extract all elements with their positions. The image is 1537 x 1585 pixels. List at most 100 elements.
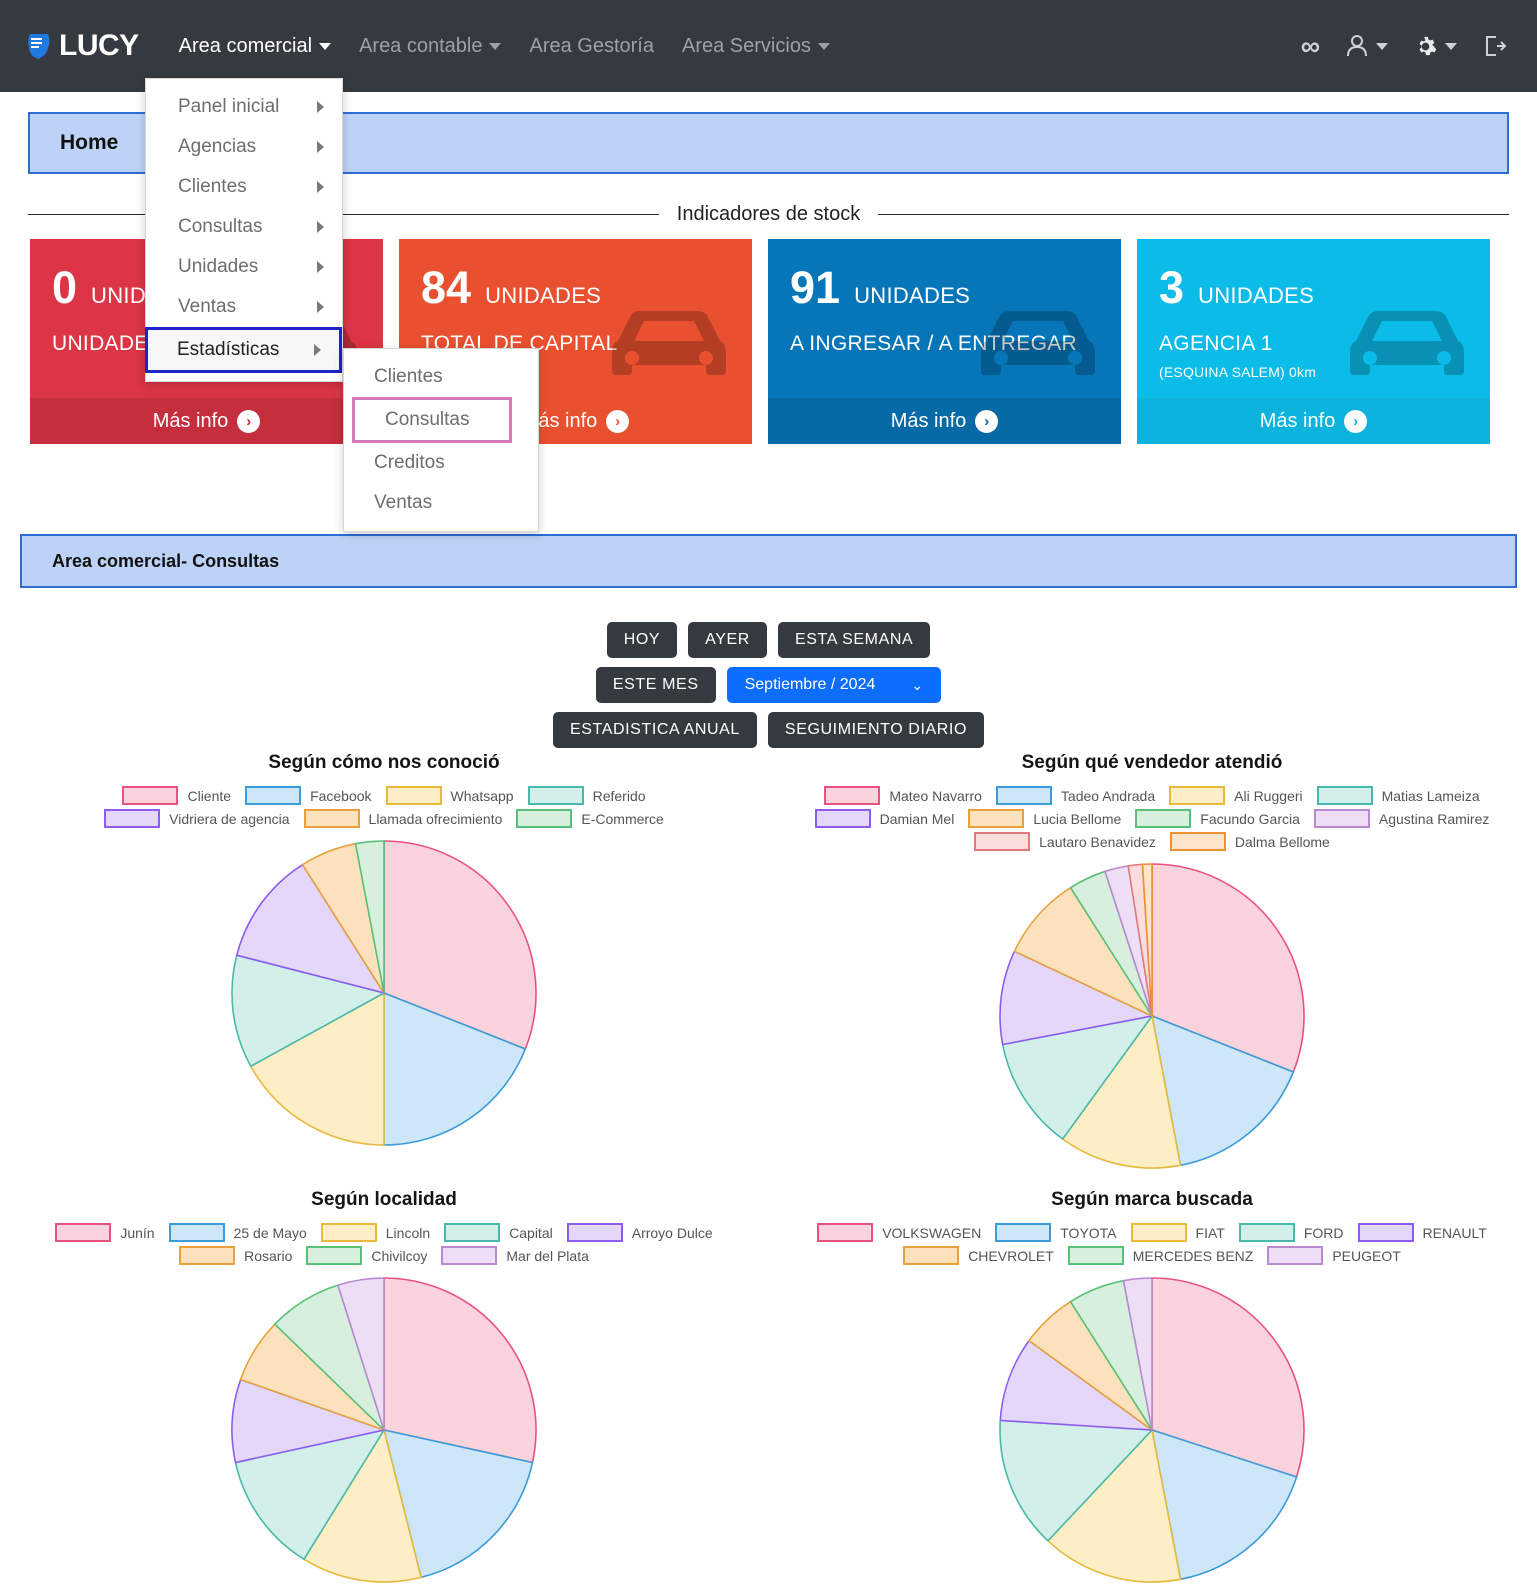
menu-item-label: Consultas [178,216,263,237]
legend-item[interactable]: RENAULT [1357,1223,1487,1242]
legend-item[interactable]: 25 de Mayo [168,1223,307,1242]
legend-item[interactable]: Mar del Plata [441,1246,589,1265]
chevron-right-icon [317,181,324,193]
legend-item[interactable]: FIAT [1130,1223,1225,1242]
legend-item[interactable]: VOLKSWAGEN [817,1223,981,1242]
menu-item-unidades[interactable]: Unidades [146,247,342,287]
legend-item[interactable]: CHEVROLET [903,1246,1054,1265]
card-more-info-link[interactable]: Más info › [768,398,1121,444]
menu-item-estad-sticas[interactable]: Estadísticas [145,327,342,373]
legend-swatch [1135,809,1192,828]
legend-item[interactable]: Junín [55,1223,155,1242]
infinity-icon[interactable]: ∞ [1301,32,1320,60]
legend-item[interactable]: Lautaro Benavidez [974,832,1156,851]
legend-label: TOYOTA [1060,1224,1117,1241]
stat-value: 0 [52,262,78,313]
nav-item-area-gestoria[interactable]: Area Gestoría [515,27,668,66]
stat-card-a-ingresar-entregar[interactable]: 91 UNIDADES A INGRESAR / A ENTREGAR Más … [768,239,1121,444]
legend-item[interactable]: Damian Mel [814,809,954,828]
legend-item[interactable]: Lucia Bellome [968,809,1121,828]
chevron-right-icon [317,221,324,233]
legend-item[interactable]: Mateo Navarro [824,786,982,805]
legend-swatch [303,809,360,828]
filter-esta-semana-button[interactable]: ESTA SEMANA [777,622,931,658]
settings-menu[interactable] [1414,35,1457,58]
legend-item[interactable]: Agustina Ramirez [1313,809,1489,828]
legend-item[interactable]: Llamada ofrecimiento [303,809,503,828]
legend-swatch [516,809,573,828]
chart-marca-buscada: Según marca buscada VOLKSWAGEN TOYOTA FIAT… [768,1189,1536,1585]
legend-item[interactable]: Vidriera de agencia [104,809,290,828]
logout-button[interactable] [1483,34,1507,58]
menu-item-ventas[interactable]: Ventas [146,287,342,327]
pie-chart [997,1275,1307,1585]
user-menu[interactable] [1346,34,1388,58]
card-more-info-link[interactable]: Más info › [30,398,383,444]
legend-label: E-Commerce [581,810,664,827]
submenu-item-creditos[interactable]: Creditos [344,443,538,483]
legend-label: Rosario [244,1247,293,1264]
legend-item[interactable]: TOYOTA [995,1223,1117,1242]
legend-item[interactable]: FORD [1238,1223,1344,1242]
legend-item[interactable]: E-Commerce [516,809,664,828]
legend-label: Tadeo Andrada [1060,787,1156,804]
submenu-item-consultas[interactable]: Consultas [352,397,512,443]
menu-item-label: Clientes [374,366,443,387]
legend-item[interactable]: Chivilcoy [306,1246,427,1265]
submenu-item-ventas[interactable]: Ventas [344,483,538,523]
legend-item[interactable]: Ali Ruggeri [1169,786,1303,805]
legend-item[interactable]: Matias Lameiza [1316,786,1480,805]
filter-este-mes-button[interactable]: ESTE MES [595,667,716,703]
legend-swatch [1067,1246,1124,1265]
menu-item-consultas[interactable]: Consultas [146,207,342,247]
legend-item[interactable]: Dalma Bellome [1169,832,1330,851]
card-more-info-link[interactable]: Más info › [1137,398,1490,444]
legend-swatch [385,786,442,805]
lucy-logo-icon [26,31,52,61]
legend-swatch [824,786,881,805]
legend-item[interactable]: Capital [444,1223,553,1242]
nav-item-area-servicios[interactable]: Area Servicios [668,27,844,66]
legend-item[interactable]: Facundo Garcia [1135,809,1300,828]
filter-seguimiento-diario-button[interactable]: SEGUIMIENTO DIARIO [767,712,985,748]
legend-item[interactable]: Whatsapp [385,786,514,805]
legend-label: Lincoln [385,1224,431,1241]
legend-item[interactable]: PEUGEOT [1267,1246,1401,1265]
brand-logo[interactable]: LUCY [26,29,139,63]
filter-estadistica-anual-button[interactable]: ESTADISTICA ANUAL [552,712,757,748]
legend-swatch [968,809,1025,828]
nav-item-label: Area comercial [178,34,313,57]
stat-card-agencia-1[interactable]: 3 UNIDADES AGENCIA 1 (ESQUINA SALEM) 0km… [1137,239,1490,444]
submenu-item-clientes[interactable]: Clientes [344,357,538,397]
legend-item[interactable]: Lincoln [320,1223,431,1242]
menu-item-agencias[interactable]: Agencias [146,127,342,167]
menu-item-label: Ventas [178,296,237,317]
legend-label: Llamada ofrecimiento [368,810,503,827]
legend-swatch [817,1223,874,1242]
chevron-down-icon [1376,42,1388,50]
chart-title: Según localidad [311,1189,457,1210]
legend-label: MERCEDES BENZ [1132,1247,1254,1264]
legend-item[interactable]: MERCEDES BENZ [1067,1246,1254,1265]
chevron-right-icon [317,301,324,313]
legend-item[interactable]: Cliente [122,786,231,805]
brand-name: LUCY [59,29,139,62]
nav-item-area-comercial[interactable]: Area comercial [165,27,345,66]
filter-hoy-button[interactable]: HOY [606,622,678,658]
legend-label: Lucia Bellome [1033,810,1122,827]
legend-item[interactable]: Tadeo Andrada [995,786,1156,805]
legend-item[interactable]: Facebook [245,786,372,805]
menu-item-clientes[interactable]: Clientes [146,167,342,207]
nav-item-area-contable[interactable]: Area contable [345,27,515,66]
filter-ayer-button[interactable]: AYER [688,622,767,658]
menu-item-panel-inicial[interactable]: Panel inicial [146,87,342,127]
month-year-select[interactable]: Septiembre / 2024 ⌄ [726,667,942,703]
chevron-down-icon [1445,42,1457,50]
legend-item[interactable]: Arroyo Dulce [566,1223,713,1242]
navbar-actions: ∞ [1301,32,1511,60]
legend-item[interactable]: Rosario [179,1246,292,1265]
legend-swatch [168,1223,225,1242]
chart-row-bottom: Según localidad Junín 25 de Mayo Lincoln Ca… [0,1189,1537,1585]
legend-item[interactable]: Referido [527,786,646,805]
legend-label: Mateo Navarro [889,787,982,804]
